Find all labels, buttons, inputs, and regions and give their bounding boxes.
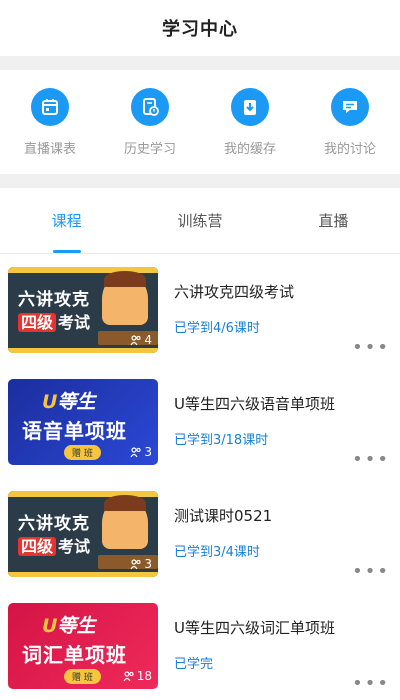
- thumbnail-tag: 四级: [18, 537, 57, 556]
- more-options-icon[interactable]: •••: [352, 673, 390, 694]
- more-options-icon[interactable]: •••: [352, 337, 390, 358]
- course-thumbnail: U等生 语音单项班 赠 班 3: [8, 379, 158, 465]
- course-title: 六讲攻克四级考试: [174, 283, 295, 301]
- more-options-icon[interactable]: •••: [352, 561, 390, 582]
- quick-action-history[interactable]: 历史学习: [100, 88, 200, 157]
- course-progress: 已学完: [174, 657, 214, 672]
- tab-training-camp[interactable]: 训练营: [133, 188, 266, 253]
- history-document-icon: [131, 88, 169, 126]
- lesson-count: 4: [144, 333, 152, 347]
- lesson-count: 3: [144, 557, 152, 571]
- people-icon: [130, 447, 142, 458]
- thumbnail-stripe: [8, 572, 158, 577]
- quick-action-discussion[interactable]: 我的讨论: [300, 88, 400, 157]
- thumbnail-brand-text: 等生: [57, 615, 96, 637]
- quick-action-live-schedule[interactable]: 直播课表: [0, 88, 100, 157]
- thumbnail-pill: 赠 班: [64, 445, 101, 460]
- active-tab-indicator: [52, 250, 81, 253]
- course-thumbnail: U等生 词汇单项班 赠 班 18: [8, 603, 158, 689]
- thumbnail-pill: 赠 班: [64, 669, 101, 684]
- course-title: U等生四六级词汇单项班: [174, 619, 335, 637]
- quick-action-label: 直播课表: [23, 142, 76, 157]
- download-icon: [231, 88, 269, 126]
- thumbnail-headline: 语音单项班: [22, 419, 127, 443]
- student-illustration: [102, 495, 148, 549]
- thumbnail-tag: 四级: [18, 313, 57, 332]
- thumbnail-subline: 四级 考试: [18, 533, 90, 557]
- course-title: 测试课时0521: [174, 507, 273, 525]
- calendar-icon: [31, 88, 69, 126]
- course-title: U等生四六级语音单项班: [174, 395, 335, 413]
- course-progress: 已学到4/6课时: [174, 321, 260, 336]
- page-title: 学习中心: [162, 19, 238, 40]
- course-progress: 已学到3/4课时: [174, 545, 260, 560]
- course-item[interactable]: 六讲攻克 四级 考试 4 六讲攻克四级考试 已学到4/6课时 •••: [0, 254, 400, 366]
- course-list: 六讲攻克 四级 考试 4 六讲攻克四级考试 已学到4/6课时 ••• U等生 语音…: [0, 254, 400, 700]
- people-icon: [130, 335, 142, 346]
- quick-action-label: 我的讨论: [323, 142, 376, 157]
- thumbnail-brand-u: U: [42, 391, 58, 413]
- lesson-count-badge: 3: [130, 445, 152, 459]
- chat-bubble-icon: [331, 88, 369, 126]
- thumbnail-subline-text: 考试: [58, 313, 91, 332]
- lesson-count-badge: 18: [123, 669, 152, 683]
- thumbnail-headline: 词汇单项班: [22, 643, 127, 667]
- tab-label: 直播: [318, 212, 349, 230]
- tab-live[interactable]: 直播: [267, 188, 400, 253]
- people-icon: [130, 559, 142, 570]
- thumbnail-headline: 六讲攻克: [18, 514, 90, 534]
- thumbnail-subline-text: 考试: [58, 537, 91, 556]
- tab-label: 训练营: [177, 212, 223, 230]
- thumbnail-brand-u: U: [42, 615, 58, 637]
- thumbnail-stripe: [8, 348, 158, 353]
- quick-action-cache[interactable]: 我的缓存: [200, 88, 300, 157]
- thumbnail-brand-text: 等生: [57, 391, 96, 413]
- quick-actions: 直播课表 历史学习 我的缓存 我的讨论: [0, 70, 400, 174]
- lesson-count: 18: [136, 669, 152, 683]
- section-divider: [0, 56, 400, 70]
- thumbnail-subline: 四级 考试: [18, 309, 90, 333]
- course-thumbnail: 六讲攻克 四级 考试 3: [8, 491, 158, 577]
- thumbnail-brand: U等生: [42, 387, 95, 414]
- course-item[interactable]: U等生 词汇单项班 赠 班 18 U等生四六级词汇单项班 已学完 •••: [0, 590, 400, 700]
- quick-action-label: 我的缓存: [223, 142, 276, 157]
- tab-bar: 课程 训练营 直播: [0, 188, 400, 254]
- thumbnail-headline: 六讲攻克: [18, 290, 90, 310]
- course-item[interactable]: 六讲攻克 四级 考试 3 测试课时0521 已学到3/4课时 •••: [0, 478, 400, 590]
- lesson-count-badge: 4: [130, 333, 152, 347]
- course-thumbnail: 六讲攻克 四级 考试 4: [8, 267, 158, 353]
- quick-action-label: 历史学习: [123, 142, 176, 157]
- course-item[interactable]: U等生 语音单项班 赠 班 3 U等生四六级语音单项班 已学到3/18课时 ••…: [0, 366, 400, 478]
- more-options-icon[interactable]: •••: [352, 449, 390, 470]
- course-progress: 已学到3/18课时: [174, 433, 269, 448]
- top-bar: 学习中心: [0, 0, 400, 56]
- student-illustration: [102, 271, 148, 325]
- tab-label: 课程: [51, 212, 82, 230]
- section-divider: [0, 174, 400, 188]
- lesson-count: 3: [144, 445, 152, 459]
- thumbnail-brand: U等生: [42, 611, 95, 638]
- lesson-count-badge: 3: [130, 557, 152, 571]
- people-icon: [123, 671, 134, 682]
- tab-courses[interactable]: 课程: [0, 188, 133, 253]
